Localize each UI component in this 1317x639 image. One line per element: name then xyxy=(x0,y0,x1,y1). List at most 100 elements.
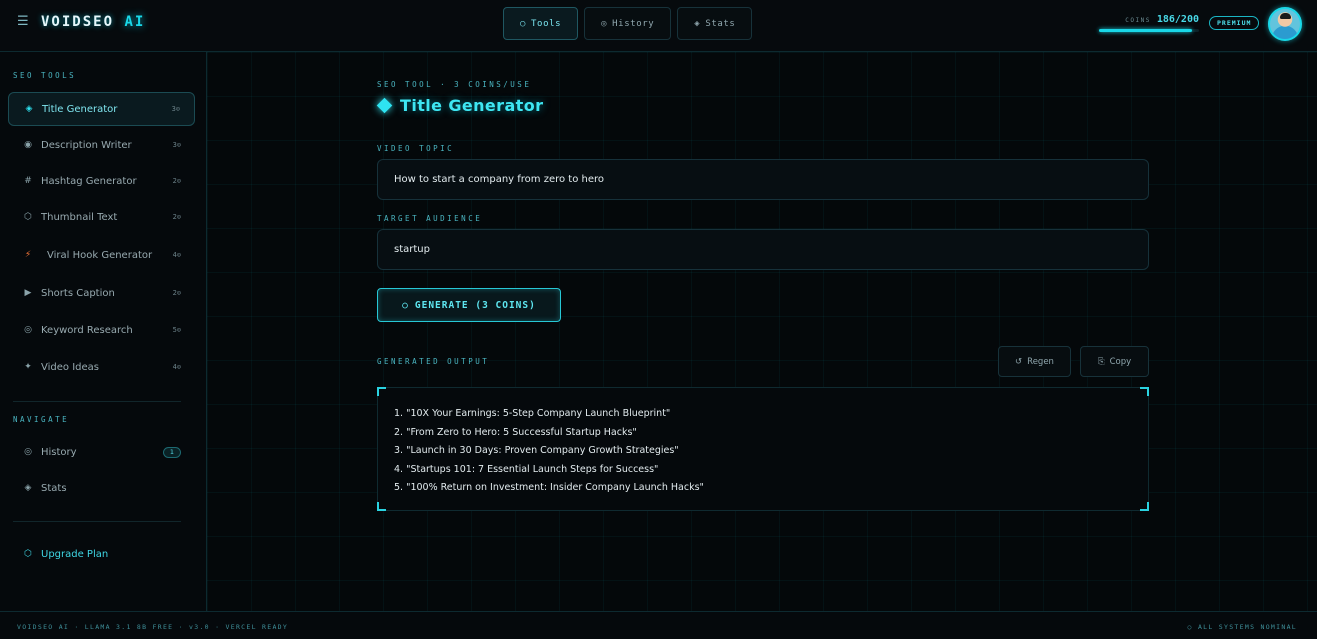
sidebar-item-history[interactable]: ◎ History 1 xyxy=(8,435,195,469)
lightning-icon: ⚡ xyxy=(24,250,32,260)
hexagon-icon: ⬡ xyxy=(24,212,32,222)
history-count-badge: 1 xyxy=(163,446,181,458)
sidebar-item-thumbnail-text[interactable]: ⬡ Thumbnail Text 2⊙ xyxy=(8,200,195,234)
logo-main: VOIDSEO xyxy=(41,14,115,30)
sidebar-item-video-ideas[interactable]: ✦ Video Ideas 4⊙ xyxy=(8,350,195,384)
coin-balance: COINS 186/200 xyxy=(1099,14,1199,32)
coins-progress-bar xyxy=(1099,29,1199,32)
sidebar-heading-navigate: NAVIGATE xyxy=(13,415,70,424)
tab-tools[interactable]: ○ Tools xyxy=(503,7,579,40)
copy-label: Copy xyxy=(1109,356,1132,367)
stats-icon: ◈ xyxy=(24,483,32,493)
generate-icon: ○ xyxy=(402,299,409,311)
corner-accent xyxy=(1140,502,1149,511)
output-label: GENERATED OUTPUT xyxy=(377,357,490,366)
top-tabs: ○ Tools ◎ History ◈ Stats xyxy=(503,7,753,40)
footer-info: VOIDSEO AI · LLAMA 3.1 8B FREE · v3.0 · … xyxy=(17,623,289,631)
sidebar-item-hashtag-generator[interactable]: # Hashtag Generator 2⊙ xyxy=(8,164,195,198)
tab-label: Tools xyxy=(531,18,562,29)
topic-label: VIDEO TOPIC xyxy=(377,144,455,153)
coin-cost: 2⊙ xyxy=(172,213,181,221)
sidebar-item-label: History xyxy=(41,446,77,458)
regen-button[interactable]: ↺ Regen xyxy=(998,346,1071,377)
coins-value: 186/200 xyxy=(1156,14,1199,25)
coins-progress-fill xyxy=(1099,29,1192,32)
diamond-icon: ◈ xyxy=(25,104,33,114)
sidebar-item-label: Viral Hook Generator xyxy=(47,249,153,261)
sidebar-item-label: Description Writer xyxy=(41,139,132,151)
plan-badge: PREMIUM xyxy=(1209,16,1260,30)
corner-accent xyxy=(1140,387,1149,396)
regen-label: Regen xyxy=(1027,356,1054,367)
generated-output-panel[interactable]: 1. "10X Your Earnings: 5-Step Company La… xyxy=(377,387,1149,511)
tab-label: Stats xyxy=(705,18,736,29)
logo-accent: AI xyxy=(124,14,146,30)
app-logo[interactable]: VOIDSEO AI xyxy=(41,14,145,30)
sidebar-item-label: Video Ideas xyxy=(41,361,99,373)
sidebar-item-stats[interactable]: ◈ Stats xyxy=(8,471,195,505)
coin-cost: 3⊙ xyxy=(171,105,180,113)
output-line: 1. "10X Your Earnings: 5-Step Company La… xyxy=(394,408,671,419)
content-grid-background xyxy=(207,52,1317,611)
coin-cost: 5⊙ xyxy=(172,326,181,334)
sidebar: SEO TOOLS ◈ Title Generator 3⊙ ◉ Descrip… xyxy=(0,52,207,611)
history-icon: ◎ xyxy=(24,447,32,457)
sidebar-item-viral-hook-generator[interactable]: ⚡ Viral Hook Generator 4⊙ xyxy=(8,238,195,272)
diamond-icon xyxy=(376,97,393,114)
sidebar-divider xyxy=(13,521,181,522)
coin-cost: 4⊙ xyxy=(172,251,181,259)
sidebar-item-label: Title Generator xyxy=(42,103,118,115)
generate-button[interactable]: ○ GENERATE (3 COINS) xyxy=(377,288,561,322)
menu-icon[interactable]: ☰ xyxy=(17,15,29,28)
coins-label: COINS xyxy=(1125,17,1151,24)
tab-history[interactable]: ◎ History xyxy=(584,7,672,40)
output-line: 4. "Startups 101: 7 Essential Launch Ste… xyxy=(394,463,659,475)
video-topic-input[interactable]: How to start a company from zero to hero xyxy=(377,159,1149,200)
coin-cost: 4⊙ xyxy=(172,363,181,371)
hashtag-icon: # xyxy=(24,176,32,186)
sidebar-item-label: Keyword Research xyxy=(41,324,133,336)
top-bar: ☰ VOIDSEO AI ○ Tools ◎ History ◈ Stats C… xyxy=(0,0,1317,52)
output-list: 1. "10X Your Earnings: 5-Step Company La… xyxy=(394,405,704,498)
output-line: 5. "100% Return on Investment: Insider C… xyxy=(394,482,704,493)
sidebar-item-keyword-research[interactable]: ◎ Keyword Research 5⊙ xyxy=(8,313,195,347)
coin-cost: 2⊙ xyxy=(172,177,181,185)
sidebar-item-shorts-caption[interactable]: ▶ Shorts Caption 2⊙ xyxy=(8,276,195,310)
generate-label: GENERATE (3 COINS) xyxy=(414,299,536,311)
system-status: ○ ALL SYSTEMS NOMINAL xyxy=(1187,623,1297,631)
page-title: Title Generator xyxy=(376,96,543,115)
tools-icon: ○ xyxy=(520,18,527,29)
play-icon: ▶ xyxy=(24,288,32,298)
copy-button[interactable]: ⎘ Copy xyxy=(1080,346,1149,377)
tool-kicker: SEO TOOL · 3 COINS/USE xyxy=(377,80,532,89)
corner-accent xyxy=(377,387,386,396)
sidebar-item-label: Upgrade Plan xyxy=(41,548,109,560)
sidebar-item-label: Hashtag Generator xyxy=(41,175,137,187)
history-icon: ◎ xyxy=(601,18,608,29)
sidebar-divider xyxy=(13,401,181,402)
sidebar-item-label: Thumbnail Text xyxy=(41,211,118,223)
sparkle-icon: ✦ xyxy=(24,362,32,372)
coin-cost: 2⊙ xyxy=(172,289,181,297)
sidebar-item-title-generator[interactable]: ◈ Title Generator 3⊙ xyxy=(8,92,195,126)
tab-stats[interactable]: ◈ Stats xyxy=(677,7,753,40)
sidebar-item-description-writer[interactable]: ◉ Description Writer 3⊙ xyxy=(8,128,195,162)
bullseye-icon: ◎ xyxy=(24,325,32,335)
hexagon-icon: ⬡ xyxy=(24,549,32,559)
audience-label: TARGET AUDIENCE xyxy=(377,214,483,223)
coin-cost: 3⊙ xyxy=(172,141,181,149)
stats-icon: ◈ xyxy=(694,18,701,29)
refresh-icon: ↺ xyxy=(1015,356,1023,367)
sidebar-heading-tools: SEO TOOLS xyxy=(13,71,77,80)
sidebar-item-upgrade-plan[interactable]: ⬡ Upgrade Plan xyxy=(8,537,195,571)
copy-icon: ⎘ xyxy=(1097,356,1105,367)
sidebar-item-label: Stats xyxy=(41,482,67,494)
avatar-hair xyxy=(1280,13,1291,19)
avatar[interactable] xyxy=(1268,7,1302,41)
target-icon: ◉ xyxy=(24,140,32,150)
target-audience-input[interactable]: startup xyxy=(377,229,1149,270)
status-footer: VOIDSEO AI · LLAMA 3.1 8B FREE · v3.0 · … xyxy=(0,611,1317,639)
output-line: 3. "Launch in 30 Days: Proven Company Gr… xyxy=(394,445,679,456)
tab-label: History xyxy=(612,18,655,29)
sidebar-item-label: Shorts Caption xyxy=(41,287,115,299)
